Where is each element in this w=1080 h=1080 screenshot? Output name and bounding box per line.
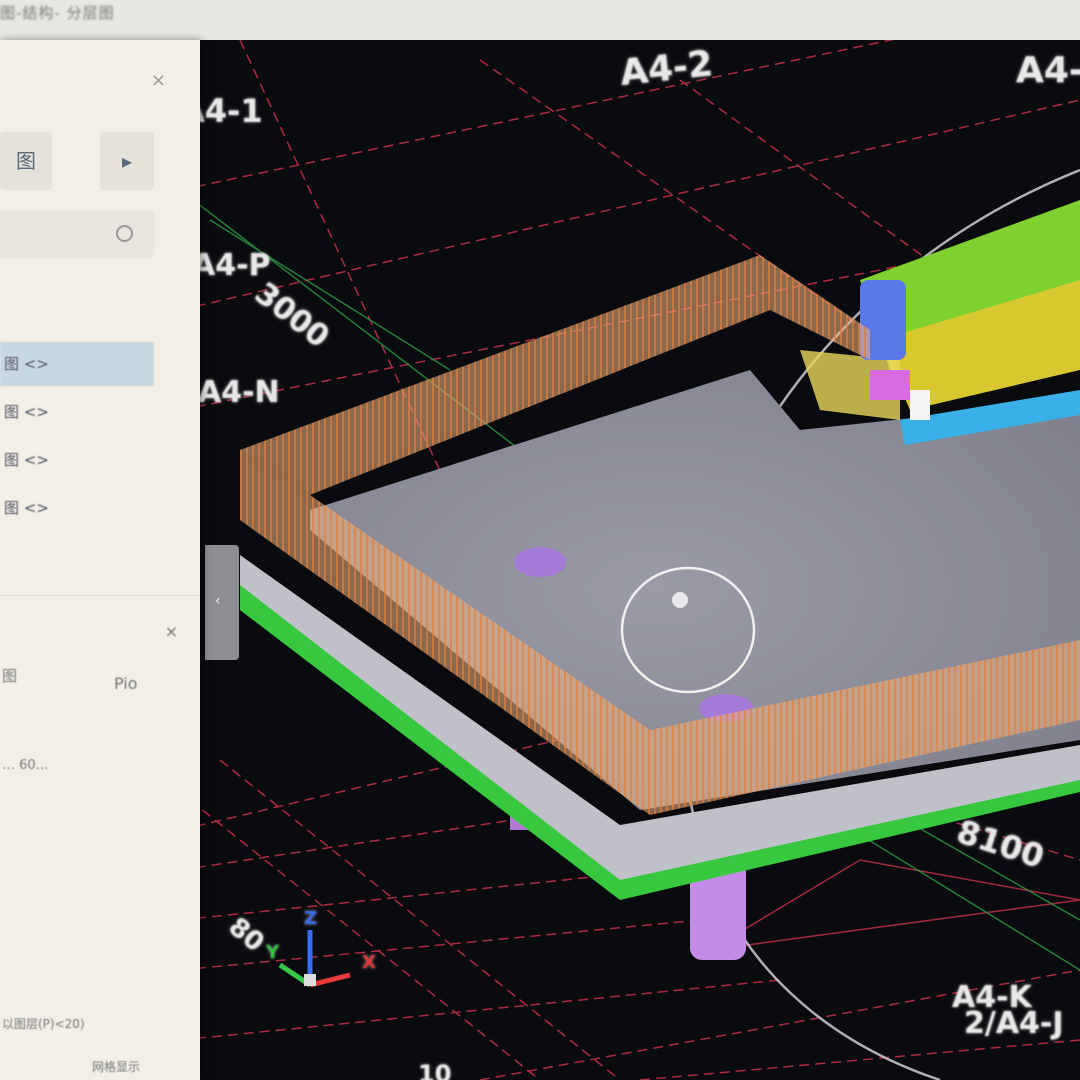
panel-collapse-tab[interactable]: ‹: [205, 545, 239, 660]
layer-icon: 图: [16, 149, 36, 173]
section-close-icon[interactable]: ×: [165, 622, 178, 641]
layer-list-item-2[interactable]: 图 <>: [0, 390, 154, 434]
search-icon[interactable]: [116, 225, 133, 242]
window-title: 图-结构- 分层图: [0, 4, 115, 22]
rail-corner[interactable]: [760, 255, 870, 360]
property-label: 图: [2, 667, 18, 685]
side-panel: × 图 ▸ 图 <> 图 <> 图 <> 图 <> × 图 Pio … 60… …: [0, 40, 200, 1080]
bottom-text: 网格显示: [92, 1060, 141, 1074]
close-icon[interactable]: ×: [151, 70, 166, 91]
dimension-edge-10: 10: [418, 1060, 452, 1080]
grid-label-a4-j: 2/A4-J: [964, 1006, 1064, 1041]
slab-opening-1[interactable]: [514, 547, 566, 577]
layer-list-item-1[interactable]: 图 <>: [0, 342, 154, 386]
beam-white-tag: [910, 390, 930, 420]
layer-list-item-4[interactable]: 图 <>: [0, 486, 154, 530]
window-title-bar: 图-结构- 分层图: [0, 0, 1080, 44]
property-row: … 60…: [2, 758, 49, 773]
beam-joint-pink[interactable]: [870, 370, 910, 400]
grid-label-a4-n: A4-N: [198, 375, 280, 410]
axis-x-label: X: [362, 952, 376, 973]
orbit-cursor-icon[interactable]: [672, 592, 688, 608]
layer-list-item-3[interactable]: 图 <>: [0, 438, 154, 482]
layer-tool-button[interactable]: 图: [0, 132, 52, 190]
property-value[interactable]: Pio: [114, 674, 138, 693]
axis-y-label: Y: [266, 942, 280, 963]
play-icon: ▸: [121, 149, 133, 173]
search-input[interactable]: [0, 210, 155, 258]
chevron-left-icon: ‹: [215, 593, 221, 609]
expand-tool-button[interactable]: ▸: [100, 132, 154, 190]
3d-viewport[interactable]: A4-1 A4-2 A4- A4-P 3000 A4-N 8100 A4-K 2…: [180, 40, 1080, 1080]
panel-divider: [0, 595, 200, 596]
grid-label-a4-p: A4-P: [192, 248, 271, 283]
axis-z-label: Z: [304, 908, 318, 929]
footer-text: 以图层(P)<20): [2, 1017, 85, 1031]
axis-triad: [278, 930, 351, 988]
grid-label-a4-top-right: A4-: [1016, 50, 1080, 91]
